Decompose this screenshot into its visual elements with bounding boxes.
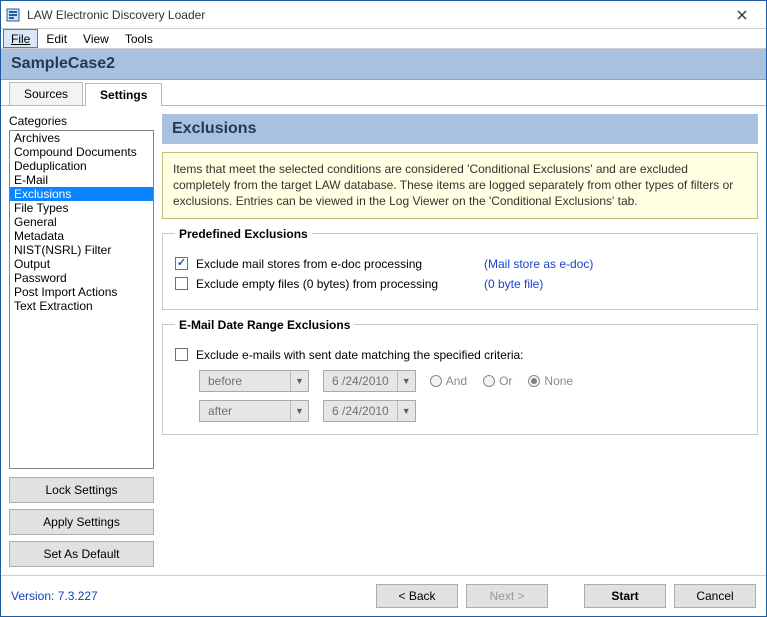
mail-store-link[interactable]: (Mail store as e-doc) — [484, 257, 593, 271]
right-column: Exclusions Items that meet the selected … — [162, 114, 758, 567]
exclude-email-date-label: Exclude e-mails with sent date matching … — [196, 348, 524, 362]
date-condition-2-combo[interactable]: after ▼ — [199, 400, 309, 422]
date-row-1: before ▼ 6 /24/2010 ▼ And Or None — [199, 370, 745, 392]
chevron-down-icon: ▼ — [290, 401, 308, 421]
chevron-down-icon: ▼ — [397, 371, 415, 391]
exclude-empty-files-label: Exclude empty files (0 bytes) from proce… — [196, 277, 476, 291]
category-item[interactable]: Text Extraction — [10, 299, 153, 313]
cancel-button[interactable]: Cancel — [674, 584, 756, 608]
category-item[interactable]: Deduplication — [10, 159, 153, 173]
radio-group: And Or None — [430, 374, 573, 388]
category-item[interactable]: Password — [10, 271, 153, 285]
category-item[interactable]: Post Import Actions — [10, 285, 153, 299]
case-name-header: SampleCase2 — [1, 49, 766, 80]
category-item[interactable]: Archives — [10, 131, 153, 145]
email-date-range-legend: E-Mail Date Range Exclusions — [175, 318, 354, 332]
category-item[interactable]: Exclusions — [10, 187, 153, 201]
next-button[interactable]: Next > — [466, 584, 548, 608]
zero-byte-file-link[interactable]: (0 byte file) — [484, 277, 543, 291]
category-item[interactable]: File Types — [10, 201, 153, 215]
exclude-mail-stores-label: Exclude mail stores from e-doc processin… — [196, 257, 476, 271]
window-close-button[interactable] — [722, 3, 762, 27]
start-button[interactable]: Start — [584, 584, 666, 608]
apply-settings-button[interactable]: Apply Settings — [9, 509, 154, 535]
option-row: Exclude empty files (0 bytes) from proce… — [175, 277, 745, 291]
exclude-email-date-checkbox[interactable] — [175, 348, 188, 361]
menu-file[interactable]: File — [3, 29, 38, 48]
exclude-empty-files-checkbox[interactable] — [175, 277, 188, 290]
body-area: Categories Archives Compound Documents D… — [1, 106, 766, 575]
category-item[interactable]: E-Mail — [10, 173, 153, 187]
date-picker-1[interactable]: 6 /24/2010 ▼ — [323, 370, 416, 392]
email-date-range-group: E-Mail Date Range Exclusions Exclude e-m… — [162, 318, 758, 435]
radio-or[interactable]: Or — [483, 374, 512, 388]
menu-edit[interactable]: Edit — [38, 29, 75, 48]
app-window: LAW Electronic Discovery Loader File Edi… — [0, 0, 767, 617]
option-row: Exclude e-mails with sent date matching … — [175, 348, 745, 362]
categories-label: Categories — [9, 114, 154, 128]
left-column: Categories Archives Compound Documents D… — [9, 114, 154, 567]
predefined-exclusions-legend: Predefined Exclusions — [175, 227, 312, 241]
chevron-down-icon: ▼ — [397, 401, 415, 421]
tab-sources[interactable]: Sources — [9, 82, 83, 105]
info-box: Items that meet the selected conditions … — [162, 152, 758, 219]
radio-none[interactable]: None — [528, 374, 573, 388]
categories-list[interactable]: Archives Compound Documents Deduplicatio… — [9, 130, 154, 469]
option-row: Exclude mail stores from e-doc processin… — [175, 257, 745, 271]
chevron-down-icon: ▼ — [290, 371, 308, 391]
category-item[interactable]: Compound Documents — [10, 145, 153, 159]
tab-settings[interactable]: Settings — [85, 83, 162, 106]
close-icon — [737, 10, 747, 20]
menu-view[interactable]: View — [75, 29, 117, 48]
category-item[interactable]: Metadata — [10, 229, 153, 243]
panel-title: Exclusions — [162, 114, 758, 144]
titlebar: LAW Electronic Discovery Loader — [1, 1, 766, 29]
app-icon — [5, 7, 21, 23]
category-item[interactable]: Output — [10, 257, 153, 271]
category-item[interactable]: General — [10, 215, 153, 229]
lock-settings-button[interactable]: Lock Settings — [9, 477, 154, 503]
radio-and[interactable]: And — [430, 374, 467, 388]
menu-tools[interactable]: Tools — [117, 29, 161, 48]
exclude-mail-stores-checkbox[interactable] — [175, 257, 188, 270]
back-button[interactable]: < Back — [376, 584, 458, 608]
tabs-row: Sources Settings — [1, 80, 766, 106]
menubar: File Edit View Tools — [1, 29, 766, 49]
version-label: Version: 7.3.227 — [11, 589, 98, 603]
date-condition-1-combo[interactable]: before ▼ — [199, 370, 309, 392]
predefined-exclusions-group: Predefined Exclusions Exclude mail store… — [162, 227, 758, 310]
date-picker-2[interactable]: 6 /24/2010 ▼ — [323, 400, 416, 422]
category-item[interactable]: NIST(NSRL) Filter — [10, 243, 153, 257]
left-buttons: Lock Settings Apply Settings Set As Defa… — [9, 477, 154, 567]
footer: Version: 7.3.227 < Back Next > Start Can… — [1, 575, 766, 616]
set-as-default-button[interactable]: Set As Default — [9, 541, 154, 567]
window-title: LAW Electronic Discovery Loader — [27, 8, 722, 22]
date-row-2: after ▼ 6 /24/2010 ▼ — [199, 400, 745, 422]
